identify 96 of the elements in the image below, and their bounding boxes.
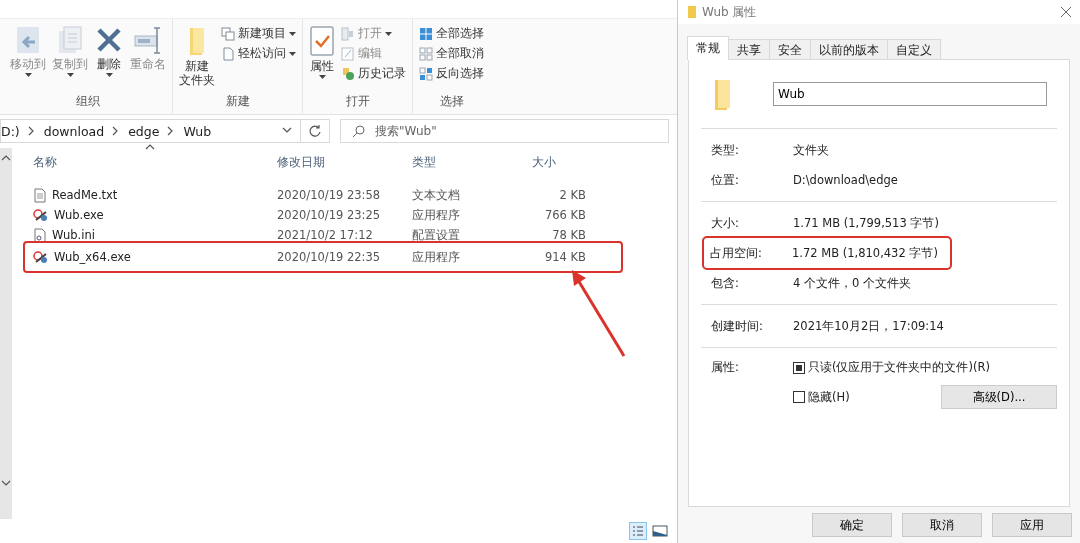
dialog-button[interactable]: 应用 xyxy=(992,513,1072,537)
file-name: Wub.exe xyxy=(54,208,104,222)
ribbon-button[interactable]: 属性 xyxy=(307,23,337,92)
file-size: 766 KB xyxy=(543,208,586,222)
path-segment[interactable]: D:) xyxy=(1,123,20,139)
refresh-button[interactable] xyxy=(300,119,330,143)
property-value: 文件夹 xyxy=(793,142,830,158)
file-date: 2021/10/2 17:12 xyxy=(277,228,374,242)
caret-icon xyxy=(289,51,296,56)
application-icon xyxy=(33,207,49,223)
settings-file-icon xyxy=(33,227,47,243)
search-icon xyxy=(352,124,366,138)
property-value: 1.72 MB (1,810,432 字节) xyxy=(792,245,939,261)
file-row[interactable]: ReadMe.txt 2020/10/19 23:58 文本文档 2 KB xyxy=(33,185,677,205)
ribbon-group-label: 打开 xyxy=(344,93,371,110)
column-header[interactable]: 名称 xyxy=(33,154,277,170)
column-header[interactable]: 大小 xyxy=(492,154,586,170)
property-value: 4 个文件，0 个文件夹 xyxy=(793,275,912,291)
file-row[interactable]: Wub.ini 2021/10/2 17:12 配置设置 78 KB xyxy=(33,225,677,245)
property-label: 占用空间: xyxy=(710,245,763,261)
column-header[interactable]: 修改日期 xyxy=(277,154,412,170)
ribbon-group-label: 新建 xyxy=(224,93,251,110)
caret-icon xyxy=(66,73,74,77)
rename-icon xyxy=(133,25,163,55)
invert-selection-icon xyxy=(419,66,433,81)
dialog-button[interactable]: 确定 xyxy=(812,513,892,537)
path-segment[interactable]: download xyxy=(43,123,105,139)
file-date: 2020/10/19 22:35 xyxy=(277,250,382,264)
file-name: Wub_x64.exe xyxy=(54,250,131,264)
refresh-icon xyxy=(308,124,322,138)
property-label: 创建时间: xyxy=(711,318,764,334)
ribbon-button[interactable]: 删除 xyxy=(92,23,126,92)
application-icon xyxy=(33,249,49,265)
close-icon[interactable] xyxy=(1060,6,1072,18)
property-label: 位置: xyxy=(711,172,740,188)
edit-icon xyxy=(341,46,355,61)
property-value: 1.71 MB (1,799,513 字节) xyxy=(793,215,940,231)
caret-icon xyxy=(318,75,326,79)
ribbon-group-label: 组织 xyxy=(75,93,101,110)
tab[interactable]: 共享 xyxy=(728,39,770,59)
path-segment[interactable]: Wub xyxy=(183,123,212,139)
tab[interactable]: 安全 xyxy=(769,39,811,59)
ribbon-button[interactable]: 全部取消 xyxy=(417,45,486,62)
file-name: Wub.ini xyxy=(52,228,95,242)
column-header[interactable]: 类型 xyxy=(412,154,492,170)
highlighted-file-row[interactable]: Wub_x64.exe 2020/10/19 22:35 应用程序 914 KB xyxy=(25,243,621,271)
checkbox-label: 隐藏(H) xyxy=(808,389,850,405)
advanced-button[interactable]: 高级(D)... xyxy=(941,385,1057,409)
file-date: 2020/10/19 23:25 xyxy=(277,208,382,222)
address-bar[interactable]: D:) download edge Wub xyxy=(0,119,300,143)
file-name: ReadMe.txt xyxy=(52,188,118,202)
ribbon-button[interactable]: 历史记录 xyxy=(339,65,408,82)
document-icon xyxy=(221,46,235,61)
checkmark-document-icon xyxy=(309,25,335,57)
caret-icon xyxy=(24,73,32,77)
checkbox[interactable] xyxy=(793,391,805,403)
tab[interactable]: 常规 xyxy=(687,36,729,60)
folder-icon xyxy=(688,5,696,19)
file-type: 配置设置 xyxy=(412,227,461,243)
file-type: 应用程序 xyxy=(412,207,461,223)
file-type: 文本文档 xyxy=(412,187,461,203)
ribbon-button[interactable]: 全部选择 xyxy=(417,25,486,42)
property-value: D:\download\edge xyxy=(793,173,899,187)
select-none-icon xyxy=(419,46,433,61)
scrollbar[interactable] xyxy=(0,148,12,519)
ribbon-group-label: 选择 xyxy=(438,93,465,110)
select-all-icon xyxy=(419,26,433,41)
checkbox-label: 只读(仅应用于文件夹中的文件)(R) xyxy=(808,360,990,375)
name-field[interactable]: Wub xyxy=(773,82,1047,106)
tab[interactable]: 以前的版本 xyxy=(810,39,888,59)
property-label: 属性: xyxy=(711,360,740,376)
caret-icon xyxy=(289,31,296,36)
file-size: 2 KB xyxy=(558,188,586,202)
ribbon-button[interactable]: 反向选择 xyxy=(417,65,486,82)
path-segment[interactable]: edge xyxy=(128,123,160,139)
property-label: 包含: xyxy=(711,275,740,291)
ribbon-button[interactable]: 新建 文件夹 xyxy=(177,23,217,92)
dialog-button[interactable]: 取消 xyxy=(902,513,982,537)
file-date: 2020/10/19 23:58 xyxy=(277,188,382,202)
text-file-icon xyxy=(33,187,47,203)
file-size: 78 KB xyxy=(551,228,586,242)
caret-icon xyxy=(385,31,392,36)
property-value: 2021年10月2日，17:09:14 xyxy=(793,318,945,334)
checkbox[interactable] xyxy=(793,361,805,374)
property-label: 类型: xyxy=(711,142,740,158)
large-icons-view-icon[interactable] xyxy=(651,522,669,540)
property-label: 大小: xyxy=(711,215,740,231)
ribbon-button[interactable]: 轻松访问 xyxy=(219,45,298,62)
ribbon-button[interactable]: 新建项目 xyxy=(219,25,298,42)
dialog-title: Wub 属性 xyxy=(702,3,757,21)
search-field[interactable]: 搜索"Wub" xyxy=(340,119,669,143)
tab[interactable]: 自定义 xyxy=(887,39,941,59)
file-type: 应用程序 xyxy=(412,249,461,265)
file-row[interactable]: Wub.exe 2020/10/19 23:25 应用程序 766 KB xyxy=(33,205,677,225)
caret-icon xyxy=(105,73,113,77)
file-size: 914 KB xyxy=(543,250,586,264)
